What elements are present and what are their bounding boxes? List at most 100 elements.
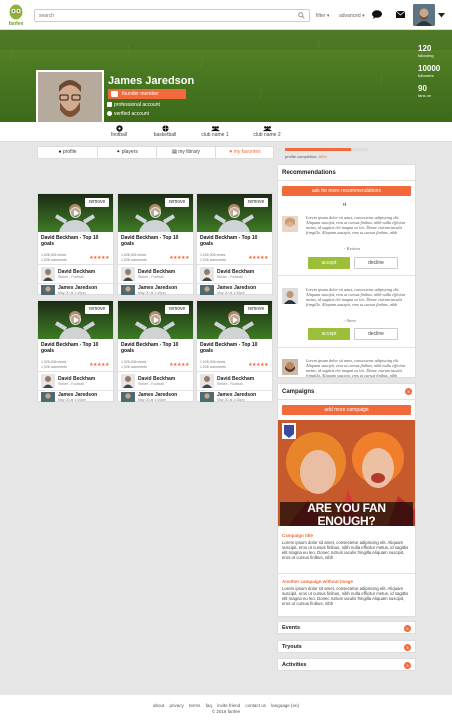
accept-button[interactable]: accept [308,328,350,340]
video-title[interactable]: David Beckham - Top 10 goals [121,342,191,354]
recommender-avatar [282,216,298,232]
play-icon[interactable] [150,207,161,218]
rating-stars[interactable]: ★★★★★ [169,362,189,368]
player-avatar[interactable] [121,267,135,281]
play-icon[interactable] [229,314,240,325]
view-count: 1,026,006 views [200,360,226,364]
video-card[interactable]: remove David Beckham - Top 10 goals 1,026,… [37,193,114,295]
ask-recommendations-button[interactable]: ask for more recommendations [282,186,411,196]
footer-link-privacy[interactable]: privacy [170,703,184,708]
events-section[interactable]: Events 5 [277,621,416,634]
video-card[interactable]: remove David Beckham - Top 10 goals 1,026,… [117,193,194,295]
video-thumbnail[interactable]: remove [118,194,193,248]
sport-football[interactable]: football [99,125,139,138]
person-icon [200,267,214,281]
club-2[interactable]: club name 2 [247,125,287,138]
video-thumbnail[interactable]: remove [197,301,272,355]
football-icon [115,125,123,132]
remove-button[interactable]: remove [165,305,189,314]
rating-stars[interactable]: ★★★★★ [89,362,109,368]
video-stats: 1,026,006 views 1,026 comments [41,360,67,369]
footer-link-about[interactable]: about [153,703,164,708]
chevron-down-icon[interactable] [438,13,445,18]
video-title[interactable]: David Beckham - Top 10 goals [200,235,270,247]
decline-button[interactable]: decline [354,257,398,269]
video-card[interactable]: remove David Beckham - Top 10 goals 1,026,… [117,300,194,402]
video-thumbnail[interactable]: remove [197,194,272,248]
mail-icon[interactable] [396,11,405,18]
search-icon[interactable] [298,12,305,19]
poster-avatar[interactable] [121,285,135,295]
stat-following[interactable]: 120 following [418,44,440,59]
person-icon [282,288,298,304]
campaign-image[interactable]: ARE YOU FAN ENOUGH? [278,420,415,526]
campaign-title[interactable]: Campaign title [282,533,313,538]
remove-button[interactable]: remove [165,198,189,207]
stat-fans[interactable]: 90 fans on [418,84,440,99]
video-thumbnail[interactable]: remove [118,301,193,355]
tab-profile[interactable]: ● profile [38,147,97,158]
video-thumbnail[interactable]: remove [38,301,113,355]
footer-link-invite[interactable]: invite friend [217,703,240,708]
remove-button[interactable]: remove [244,305,268,314]
footer-link-terms[interactable]: terms [189,703,200,708]
poster-avatar[interactable] [41,392,55,402]
club-1[interactable]: club name 1 [195,125,235,138]
player-avatar[interactable] [41,374,55,388]
play-icon[interactable] [150,314,161,325]
poster-avatar[interactable] [41,285,55,295]
campaign-title[interactable]: Another campaign without image [282,579,353,584]
footer-link-contact[interactable]: contact us [245,703,266,708]
player-avatar[interactable] [200,374,214,388]
advanced-dropdown[interactable]: advanced ▾ [339,13,365,19]
campaigns-count: 5 [405,388,412,395]
video-title[interactable]: David Beckham - Top 10 goals [200,342,270,354]
comment-count: 1,026 comments [121,257,147,262]
footer-link-language[interactable]: language (en) [271,703,299,708]
filter-dropdown[interactable]: filter ▾ [316,13,329,19]
remove-button[interactable]: remove [85,198,109,207]
poster-avatar[interactable] [200,392,214,402]
logo[interactable]: fanfee [8,3,24,27]
video-card[interactable]: remove David Beckham - Top 10 goals 1,026,… [37,300,114,402]
footer-link-faq[interactable]: faq [206,703,212,708]
sport-basketball[interactable]: basketball [145,125,185,138]
stat-followers[interactable]: 10000 followers [418,64,440,79]
search-input[interactable] [39,10,289,21]
player-avatar[interactable] [200,267,214,281]
remove-button[interactable]: remove [85,305,109,314]
activities-section[interactable]: Activities 5 [277,658,416,671]
rating-stars[interactable]: ★★★★★ [89,255,109,261]
play-icon[interactable] [229,207,240,218]
video-card[interactable]: remove David Beckham - Top 10 goals 1,026,… [196,193,273,295]
search-box[interactable] [34,9,310,22]
video-card[interactable]: remove David Beckham - Top 10 goals 1,026,… [196,300,273,402]
rating-stars[interactable]: ★★★★★ [169,255,189,261]
remove-button[interactable]: remove [244,198,268,207]
sport-label: football [110,132,128,138]
video-title[interactable]: David Beckham - Top 10 goals [41,235,111,247]
tryouts-section[interactable]: Tryouts 5 [277,640,416,653]
poster-avatar[interactable] [121,392,135,402]
tab-my-favorites[interactable]: ♥ my favorites [216,147,274,158]
player-avatar[interactable] [41,267,55,281]
post-time: May 20 at 1:40pm [58,291,87,295]
divider [118,390,193,391]
divider [278,275,415,276]
rating-stars[interactable]: ★★★★★ [248,362,268,368]
player-avatar[interactable] [121,374,135,388]
play-icon[interactable] [70,207,81,218]
poster-avatar[interactable] [200,285,214,295]
video-title[interactable]: David Beckham - Top 10 goals [41,342,111,354]
tab-players[interactable]: ✦ players [98,147,156,158]
rating-stars[interactable]: ★★★★★ [248,255,268,261]
play-icon[interactable] [70,314,81,325]
add-campaign-button[interactable]: add more campaign [282,405,411,415]
chat-icon[interactable] [372,10,382,19]
tab-my-library[interactable]: ▤ my library [157,147,215,158]
user-avatar[interactable] [413,4,435,26]
decline-button[interactable]: decline [354,328,398,340]
video-thumbnail[interactable]: remove [38,194,113,248]
video-title[interactable]: David Beckham - Top 10 goals [121,235,191,247]
accept-button[interactable]: accept [308,257,350,269]
